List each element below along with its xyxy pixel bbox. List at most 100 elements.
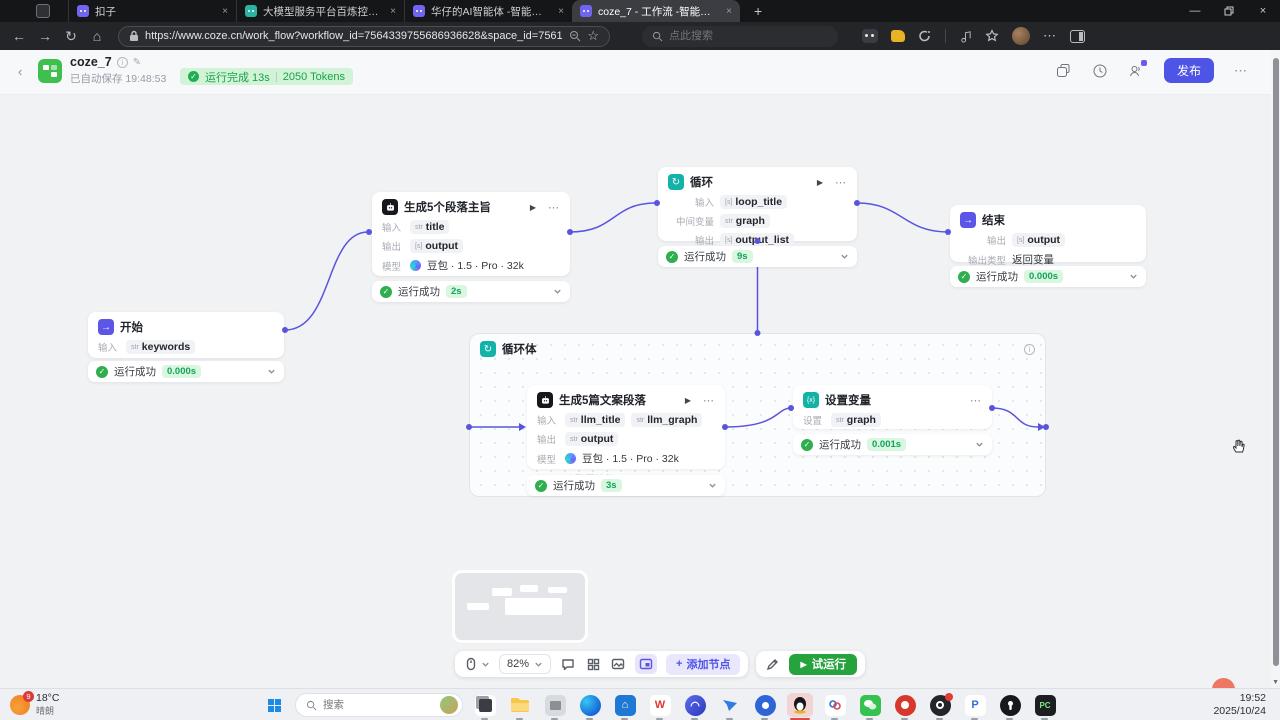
- extension-icon[interactable]: [862, 29, 878, 43]
- info-icon[interactable]: i: [1024, 344, 1035, 355]
- node-end-status[interactable]: ✓ 运行成功 0.000s: [950, 266, 1146, 287]
- browser-menu-icon[interactable]: ⋯: [1043, 28, 1057, 44]
- media-player-icon[interactable]: [752, 693, 778, 717]
- test-run-button[interactable]: ▶ 试运行: [789, 654, 857, 675]
- collaborators-icon[interactable]: [1128, 63, 1144, 79]
- chevron-down-icon[interactable]: [267, 367, 276, 376]
- zoom-control[interactable]: 82%: [499, 654, 551, 674]
- home-icon[interactable]: ⌂: [84, 28, 110, 44]
- zoom-out-icon[interactable]: [569, 30, 581, 42]
- tab-coze7-workflow[interactable]: coze_7 - 工作流 -智能体平台 ×: [572, 0, 740, 22]
- printer-icon[interactable]: [542, 693, 568, 717]
- keyhole-app-icon[interactable]: [997, 693, 1023, 717]
- info-icon[interactable]: i: [117, 57, 128, 68]
- history-icon[interactable]: [1092, 63, 1108, 79]
- bookmark-star-icon[interactable]: ☆: [587, 28, 599, 44]
- address-bar[interactable]: https://www.coze.cn/work_flow?workflow_i…: [118, 26, 610, 47]
- quick-search[interactable]: [642, 26, 838, 47]
- help-floating-button[interactable]: [1212, 678, 1235, 688]
- taskbar-search-input[interactable]: [323, 699, 423, 711]
- var-tag-graph[interactable]: strgraph: [720, 214, 770, 228]
- node-llm-para[interactable]: 生成5篇文案段落 ▶ ⋯ 输入 strllm_title strllm_grap…: [527, 385, 725, 469]
- back-icon[interactable]: ←: [6, 28, 32, 44]
- node-loop-status[interactable]: ✓ 运行成功 9s: [658, 246, 857, 267]
- wechat-icon[interactable]: [857, 693, 883, 717]
- run-complete-badge[interactable]: ✓ 运行完成 13s 2050 Tokens: [180, 68, 353, 85]
- tab-close-icon[interactable]: ×: [222, 6, 228, 17]
- var-tag-graph[interactable]: strgraph: [831, 413, 881, 427]
- pointer-mode-icon[interactable]: [463, 656, 479, 672]
- chevron-down-icon[interactable]: [553, 287, 562, 296]
- favorites-icon[interactable]: [985, 29, 999, 43]
- minimize-button[interactable]: —: [1178, 0, 1212, 22]
- red-o-app-icon[interactable]: [892, 693, 918, 717]
- pycharm-icon[interactable]: PC: [1032, 693, 1058, 717]
- tab-close-icon[interactable]: ×: [390, 6, 396, 17]
- var-tag-output[interactable]: stroutput: [565, 432, 618, 446]
- var-tag-output[interactable]: [s]output: [1012, 233, 1065, 247]
- meeting-rings-icon[interactable]: [822, 693, 848, 717]
- tab-close-icon[interactable]: ×: [558, 6, 564, 17]
- back-chevron-icon[interactable]: ‹: [18, 64, 22, 79]
- node-more-icon[interactable]: ⋯: [970, 394, 982, 407]
- mail-bird-icon[interactable]: [717, 693, 743, 717]
- node-set-variable[interactable]: {x} 设置变量 ⋯ 设置 strgraph: [793, 385, 992, 429]
- close-button[interactable]: ×: [1246, 0, 1280, 22]
- minimap-toggle-icon[interactable]: [635, 654, 657, 674]
- var-tag-llm-title[interactable]: strllm_title: [565, 413, 625, 427]
- page-scrollbar[interactable]: ▼: [1271, 50, 1280, 688]
- tab-kouzi[interactable]: 扣子 ×: [68, 0, 236, 22]
- node-more-icon[interactable]: ⋯: [703, 394, 715, 407]
- tab-close-icon[interactable]: ×: [726, 6, 732, 17]
- chevron-down-icon[interactable]: [1129, 272, 1138, 281]
- var-tag-output[interactable]: [s]output: [410, 239, 463, 253]
- auto-layout-icon[interactable]: [585, 656, 601, 672]
- copy-frame-icon[interactable]: [1056, 63, 1072, 79]
- node-llm-para-status[interactable]: ✓ 运行成功 3s: [527, 475, 725, 496]
- weather-widget[interactable]: 9 18°C 晴朗: [10, 692, 59, 717]
- sidebar-toggle-icon[interactable]: [1070, 30, 1085, 43]
- search-input[interactable]: [669, 30, 799, 42]
- var-tag-loop-title[interactable]: [s]loop_title: [720, 195, 787, 209]
- start-button[interactable]: [262, 693, 286, 717]
- user-avatar[interactable]: [1012, 27, 1030, 45]
- run-node-icon[interactable]: ▶: [685, 396, 691, 405]
- tab-bailian[interactable]: 大模型服务平台百炼控制台 ×: [236, 0, 404, 22]
- node-set-variable-status[interactable]: ✓ 运行成功 0.001s: [793, 434, 992, 455]
- run-node-icon[interactable]: ▶: [530, 203, 536, 212]
- chevron-down-icon[interactable]: [975, 440, 984, 449]
- comment-icon[interactable]: [560, 656, 576, 672]
- var-tag-title[interactable]: strtitle: [410, 220, 449, 234]
- more-menu-icon[interactable]: ⋯: [1234, 63, 1248, 79]
- var-tag-llm-graph[interactable]: strllm_graph: [631, 413, 702, 427]
- obs-icon[interactable]: [927, 693, 953, 717]
- quark-browser-icon[interactable]: ◠: [682, 693, 708, 717]
- ai-assistant-icon[interactable]: [918, 29, 932, 43]
- edge-browser-icon[interactable]: [577, 693, 603, 717]
- scrollbar-thumb[interactable]: [1273, 58, 1279, 666]
- forward-icon[interactable]: →: [32, 28, 58, 44]
- publish-button[interactable]: 发布: [1164, 58, 1214, 83]
- scroll-down-icon[interactable]: ▼: [1272, 679, 1279, 686]
- task-view-icon[interactable]: [472, 693, 498, 717]
- new-tab-button[interactable]: +: [754, 3, 762, 19]
- minimap[interactable]: [455, 573, 585, 640]
- chevron-down-icon[interactable]: [708, 481, 717, 490]
- restore-button[interactable]: [1212, 0, 1246, 22]
- microsoft-store-icon[interactable]: ⌂: [612, 693, 638, 717]
- node-end[interactable]: → 结束 输出 [s]output 输出类型 返回变量: [950, 205, 1146, 262]
- var-tag-keywords[interactable]: str keywords: [126, 340, 195, 354]
- snapshot-icon[interactable]: [610, 656, 626, 672]
- edit-icon[interactable]: ✎: [133, 57, 141, 68]
- taskbar-search[interactable]: [295, 693, 463, 717]
- node-more-icon[interactable]: ⋯: [548, 201, 560, 214]
- node-start-status[interactable]: ✓ 运行成功 0.000s: [88, 361, 284, 382]
- workflow-canvas[interactable]: ↻ 循环体 i → 开始 输入 str keywords ✓ 运行成功 0.00…: [0, 95, 1280, 688]
- refresh-icon[interactable]: ↻: [58, 28, 84, 45]
- search-highlight-image[interactable]: [440, 696, 458, 714]
- var-tag-output-list[interactable]: [s]output_list: [720, 233, 794, 247]
- node-more-icon[interactable]: ⋯: [835, 176, 847, 189]
- taskbar-clock[interactable]: 19:52 2025/10/24: [1213, 692, 1266, 718]
- add-node-button[interactable]: + 添加节点: [666, 654, 740, 675]
- node-llm-outline[interactable]: 生成5个段落主旨 ▶ ⋯ 输入 strtitle 输出 [s]output 模型…: [372, 192, 570, 276]
